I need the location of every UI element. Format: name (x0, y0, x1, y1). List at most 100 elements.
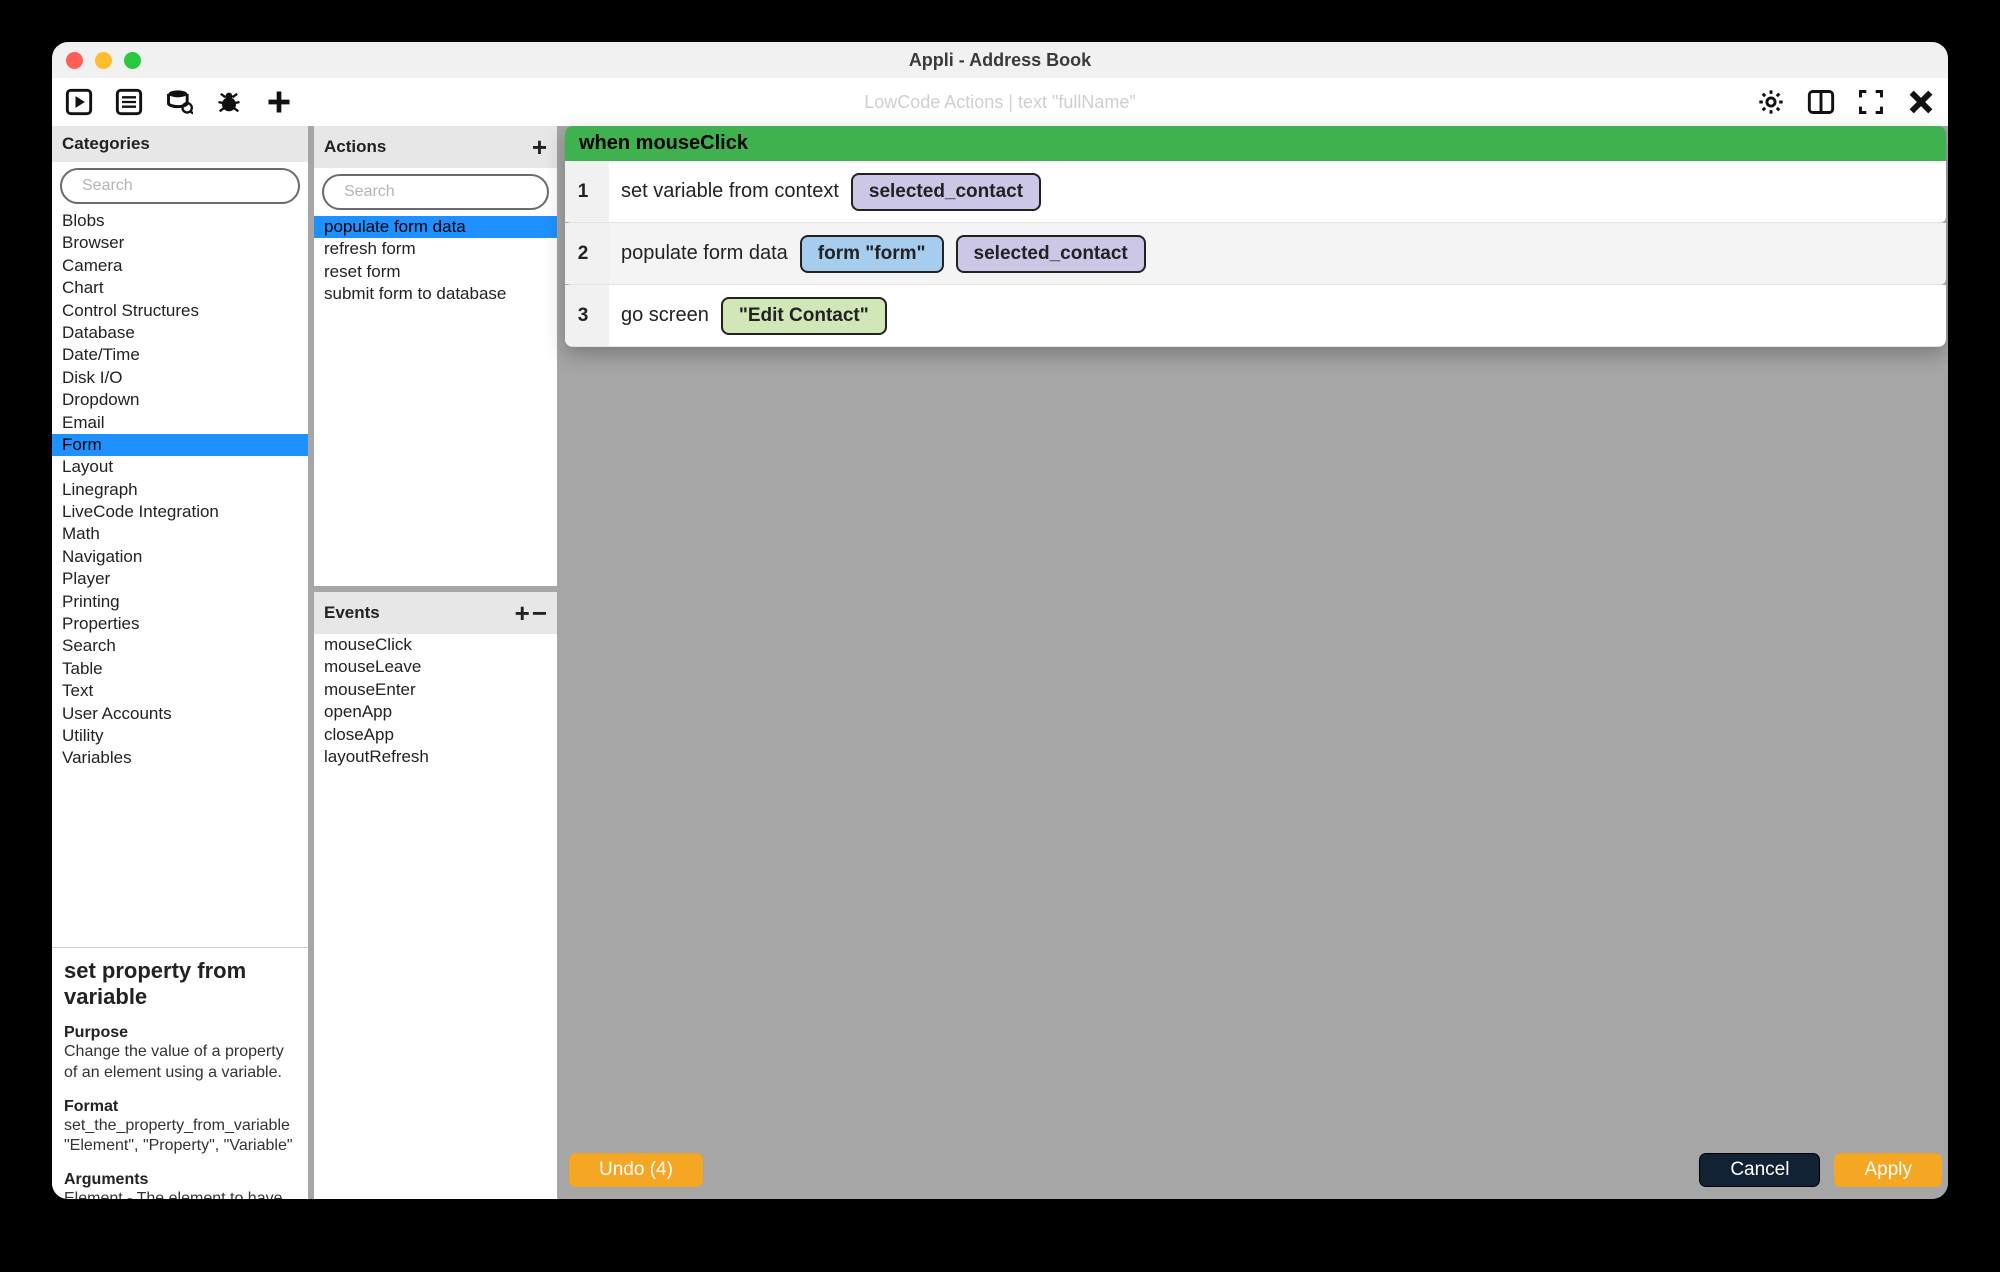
play-icon[interactable] (64, 87, 94, 117)
help-section-title: Format (64, 1098, 296, 1116)
step-number: 2 (565, 223, 609, 284)
actions-search-input[interactable] (344, 183, 551, 201)
category-item[interactable]: Blobs (52, 210, 308, 232)
bug-icon[interactable] (214, 87, 244, 117)
step-text: set variable from context (621, 180, 839, 203)
help-section-body: set_the_property_from_variable "Element"… (64, 1116, 296, 1158)
gear-icon[interactable] (1756, 87, 1786, 117)
step-text: populate form data (621, 242, 788, 265)
category-item[interactable]: Linegraph (52, 479, 308, 501)
add-action-button[interactable]: + (532, 134, 547, 160)
category-item[interactable]: Text (52, 680, 308, 702)
list-icon[interactable] (114, 87, 144, 117)
step-argument-pill[interactable]: selected_contact (851, 173, 1041, 211)
cancel-button[interactable]: Cancel (1699, 1153, 1820, 1187)
action-item[interactable]: submit form to database (314, 283, 557, 305)
help-title: set property from variable (64, 958, 296, 1010)
step-body: go screen "Edit Contact" (609, 289, 899, 343)
event-item[interactable]: openApp (314, 701, 557, 723)
app-window: Appli - Address Book LowCode Actions | t… (52, 42, 1948, 1199)
help-section-body: Element - The element to have its proper… (64, 1189, 296, 1199)
category-item[interactable]: Navigation (52, 546, 308, 568)
step-body: populate form data form "form" selected_co… (609, 227, 1158, 281)
toolbar: LowCode Actions | text "fullName" (52, 78, 1948, 126)
event-item[interactable]: mouseEnter (314, 679, 557, 701)
categories-header: Categories (52, 126, 308, 162)
events-header: Events + − (314, 592, 557, 634)
help-panel: set property from variable PurposeChange… (52, 947, 308, 1199)
events-title: Events (324, 603, 380, 623)
category-item[interactable]: Search (52, 635, 308, 657)
step-body: set variable from context selected_contac… (609, 165, 1053, 219)
step-text: go screen (621, 304, 709, 327)
category-item[interactable]: Email (52, 412, 308, 434)
flow-step[interactable]: 2 populate form data form "form" selected_c… (565, 223, 1946, 285)
step-argument-pill[interactable]: form "form" (800, 235, 944, 273)
window-title: Appli - Address Book (52, 50, 1948, 71)
category-item[interactable]: Browser (52, 232, 308, 254)
actions-search[interactable] (322, 174, 549, 210)
help-section-title: Arguments (64, 1171, 296, 1189)
category-item[interactable]: Variables (52, 747, 308, 769)
category-item[interactable]: Chart (52, 277, 308, 299)
events-list[interactable]: mouseClickmouseLeavemouseEnteropenAppclo… (314, 634, 557, 1199)
category-item[interactable]: Disk I/O (52, 367, 308, 389)
maximize-window-button[interactable] (124, 52, 141, 69)
category-item[interactable]: Math (52, 523, 308, 545)
category-item[interactable]: Control Structures (52, 300, 308, 322)
category-item[interactable]: Form (52, 434, 308, 456)
plus-icon[interactable] (264, 87, 294, 117)
flow-step[interactable]: 3 go screen "Edit Contact" (565, 285, 1946, 347)
category-item[interactable]: Player (52, 568, 308, 590)
category-item[interactable]: Date/Time (52, 344, 308, 366)
workspace: when mouseClick 1set variable from conte… (563, 126, 1948, 1199)
event-item[interactable]: mouseClick (314, 634, 557, 656)
add-event-button[interactable]: + (515, 600, 530, 626)
event-item[interactable]: closeApp (314, 724, 557, 746)
actions-header: Actions + (314, 126, 557, 168)
event-item[interactable]: layoutRefresh (314, 746, 557, 768)
window-controls (66, 52, 141, 69)
step-argument-pill[interactable]: selected_contact (956, 235, 1146, 273)
split-view-icon[interactable] (1806, 87, 1836, 117)
category-item[interactable]: Dropdown (52, 389, 308, 411)
database-icon[interactable] (164, 87, 194, 117)
flow-header[interactable]: when mouseClick (565, 126, 1946, 161)
action-item[interactable]: reset form (314, 261, 557, 283)
remove-event-button[interactable]: − (532, 600, 547, 626)
category-item[interactable]: Camera (52, 255, 308, 277)
category-item[interactable]: Properties (52, 613, 308, 635)
fullscreen-icon[interactable] (1856, 87, 1886, 117)
category-item[interactable]: Table (52, 658, 308, 680)
undo-button[interactable]: Undo (4) (569, 1153, 703, 1187)
actions-title: Actions (324, 137, 386, 157)
apply-button[interactable]: Apply (1834, 1153, 1942, 1187)
titlebar: Appli - Address Book (52, 42, 1948, 78)
category-item[interactable]: Utility (52, 725, 308, 747)
minimize-window-button[interactable] (95, 52, 112, 69)
close-window-button[interactable] (66, 52, 83, 69)
categories-title: Categories (62, 134, 150, 154)
category-item[interactable]: User Accounts (52, 703, 308, 725)
categories-panel: Categories BlobsBrowserCameraChartContro… (52, 126, 308, 1199)
categories-list[interactable]: BlobsBrowserCameraChartControl Structure… (52, 210, 308, 947)
category-item[interactable]: Layout (52, 456, 308, 478)
category-item[interactable]: Database (52, 322, 308, 344)
flow-step[interactable]: 1set variable from contextselected_conta… (565, 161, 1946, 223)
actions-list[interactable]: populate form datarefresh formreset form… (314, 216, 557, 586)
category-item[interactable]: LiveCode Integration (52, 501, 308, 523)
step-argument-pill[interactable]: "Edit Contact" (721, 297, 887, 335)
category-item[interactable]: Printing (52, 591, 308, 613)
event-item[interactable]: mouseLeave (314, 656, 557, 678)
help-section-body: Change the value of a property of an ele… (64, 1042, 296, 1084)
categories-search[interactable] (60, 168, 300, 204)
toolbar-subtitle: LowCode Actions | text "fullName" (52, 92, 1948, 113)
events-panel: Events + − mouseClickmouseLeavemouseEnte… (314, 586, 557, 1199)
action-item[interactable]: refresh form (314, 238, 557, 260)
close-icon[interactable] (1906, 87, 1936, 117)
help-section-title: Purpose (64, 1024, 296, 1042)
step-number: 3 (565, 285, 609, 346)
categories-search-input[interactable] (82, 177, 289, 195)
content-area: Categories BlobsBrowserCameraChartContro… (52, 126, 1948, 1199)
action-item[interactable]: populate form data (314, 216, 557, 238)
